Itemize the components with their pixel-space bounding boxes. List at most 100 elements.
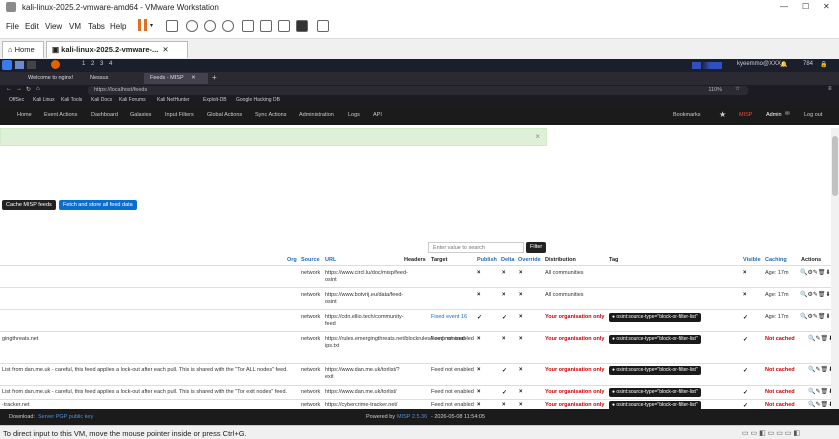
pause-icon[interactable] (138, 19, 141, 31)
nav-misp-brand[interactable]: MISP (739, 112, 752, 118)
snapshot-manager-icon[interactable] (222, 20, 234, 32)
device-icons[interactable]: ▭ ▭ ◧ ▭ ▭ ▭ ◧ (742, 429, 800, 437)
search-input[interactable] (428, 242, 524, 253)
maximize-icon[interactable]: ☐ (802, 2, 809, 11)
bookmark-kali-linux[interactable]: Kali Linux (33, 97, 55, 103)
mail-icon[interactable]: ✉ (785, 111, 790, 117)
nav-admin[interactable]: Admin (766, 112, 782, 118)
scrollbar-thumb[interactable] (832, 136, 838, 196)
menu-view[interactable]: View (45, 22, 62, 31)
menu-edit[interactable]: Edit (25, 22, 39, 31)
row-actions[interactable]: 🔍⚙✎🗑⬇ (800, 269, 831, 276)
bookmark-kali-nethunter[interactable]: Kali NetHunter (157, 97, 190, 103)
col-delta[interactable]: Delta (501, 257, 514, 263)
back-icon[interactable]: ← (6, 86, 12, 92)
star-icon[interactable]: ★ (719, 110, 726, 119)
console-view-icon[interactable] (296, 20, 308, 32)
zoom-level[interactable]: 110% (708, 87, 722, 93)
row-url[interactable]: https://www.dan.me.uk/torlist/?exit (325, 367, 403, 381)
tab-close-icon[interactable]: ✕ (191, 75, 196, 81)
tab-close-icon[interactable]: ✕ (162, 45, 168, 54)
bookmark-google-hacking-db[interactable]: Google Hacking DB (236, 97, 280, 103)
row-tag[interactable]: ● osint:source-type="block-or-filter-lis… (609, 335, 701, 344)
send-ctrl-alt-del-icon[interactable] (166, 20, 178, 32)
nav-bookmarks[interactable]: Bookmarks (673, 112, 701, 118)
row-url[interactable]: https://www.dan.me.uk/torlist/ (325, 389, 397, 396)
footer-pgp-link[interactable]: Server PGP public key (38, 414, 93, 420)
firefox-icon[interactable] (51, 60, 60, 69)
row-tag[interactable]: ● osint:source-type="block-or-filter-lis… (609, 388, 701, 397)
nav-global-actions[interactable]: Global Actions (207, 112, 242, 118)
row-url[interactable]: https://www.botvrij.eu/data/feed-osint (325, 292, 403, 306)
workspace-1[interactable]: 1 (82, 61, 85, 67)
library-icon[interactable] (242, 20, 254, 32)
vm-tab-kali[interactable]: ▣ kali-linux-2025.2-vmware-... ✕ (46, 41, 188, 58)
revert-snapshot-icon[interactable] (204, 20, 216, 32)
menu-file[interactable]: File (6, 22, 19, 31)
lock-icon[interactable]: 🔒 (820, 61, 827, 68)
row-actions[interactable]: 🔍✎🗑⬇ (808, 401, 833, 408)
workspace-2[interactable]: 2 (91, 61, 94, 67)
nav-event-actions[interactable]: Event Actions (44, 112, 77, 118)
address-bar[interactable]: https://localhost/feeds 110% ☆ (88, 86, 748, 95)
nav-input-filters[interactable]: Input Filters (165, 112, 194, 118)
row-actions[interactable]: 🔍✎🗑⬇ (808, 366, 833, 373)
row-url[interactable]: https://cybercrime-tracker.net/ (325, 402, 397, 409)
nav-logs[interactable]: Logs (348, 112, 360, 118)
col-source[interactable]: Source (301, 257, 320, 263)
bookmark-kali-tools[interactable]: Kali Tools (61, 97, 82, 103)
close-icon[interactable]: ✕ (823, 2, 830, 11)
browser-tab-misp[interactable]: Feeds - MISP ✕ (144, 73, 208, 84)
filter-button[interactable]: Filter (526, 242, 547, 253)
minimize-icon[interactable]: — (780, 2, 788, 11)
row-url[interactable]: https://rules.emergingthreats.net/blockr… (325, 336, 467, 350)
nav-galaxies[interactable]: Galaxies (130, 112, 151, 118)
bookmark-kali-forums[interactable]: Kali Forums (119, 97, 146, 103)
row-tag[interactable]: ● osint:source-type="block-or-filter-lis… (609, 313, 701, 322)
col-visible[interactable]: Visible (743, 257, 761, 263)
home-icon[interactable]: ⌂ (36, 86, 40, 92)
nav-api[interactable]: API (373, 112, 382, 118)
row-actions[interactable]: 🔍✎🗑⬇ (808, 388, 833, 395)
col-override[interactable]: Override (518, 257, 541, 263)
notification-icon[interactable]: 🔔 (780, 61, 787, 68)
vertical-scrollbar[interactable] (831, 128, 839, 409)
bookmark-star-icon[interactable]: ☆ (735, 86, 740, 92)
col-url[interactable]: URL (325, 257, 336, 263)
snapshot-icon[interactable] (186, 20, 198, 32)
nav-dashboard[interactable]: Dashboard (91, 112, 118, 118)
row-actions[interactable]: 🔍⚙✎🗑⬇ (800, 291, 831, 298)
row-actions[interactable]: 🔍⚙✎🗑⬇ (800, 313, 831, 320)
bookmark-offsec[interactable]: OffSec (9, 97, 24, 103)
new-tab-icon[interactable]: + (212, 73, 217, 82)
workspace-3[interactable]: 3 (100, 61, 103, 67)
fullscreen-icon[interactable] (278, 20, 290, 32)
row-target[interactable]: Fixed event 16 (431, 314, 467, 321)
col-publish[interactable]: Publish (477, 257, 497, 263)
bookmark-exploit-db[interactable]: Exploit-DB (203, 97, 227, 103)
stretch-guest-icon[interactable] (317, 20, 329, 32)
forward-icon[interactable]: → (16, 86, 22, 92)
fetch-all-feeds-button[interactable]: Fetch and store all feed data (59, 200, 137, 210)
nav-home[interactable]: Home (17, 112, 32, 118)
row-url[interactable]: https://www.circl.lu/doc/misp/feed-osint (325, 270, 408, 284)
footer-version-link[interactable]: MISP 2.5.36 (397, 414, 427, 420)
bookmark-kali-docs[interactable]: Kali Docs (91, 97, 112, 103)
kali-menu-icon[interactable] (2, 60, 12, 70)
col-caching[interactable]: Caching (765, 257, 787, 263)
file-manager-icon[interactable] (15, 61, 24, 69)
menu-help[interactable]: Help (110, 22, 126, 31)
menu-tabs[interactable]: Tabs (88, 22, 105, 31)
alert-close-icon[interactable]: × (535, 132, 540, 141)
menu-hamburger-icon[interactable]: ≡ (828, 86, 832, 92)
cache-misp-feeds-button[interactable]: Cache MISP feeds (2, 200, 56, 210)
row-tag[interactable]: ● osint:source-type="block-or-filter-lis… (609, 366, 701, 375)
menu-vm[interactable]: VM (69, 22, 81, 31)
browser-tab-nessus[interactable]: Nessus (84, 73, 144, 84)
workspace-4[interactable]: 4 (109, 61, 112, 67)
thumbnail-bar-icon[interactable] (260, 20, 272, 32)
row-actions[interactable]: 🔍✎🗑⬇ (808, 335, 833, 342)
terminal-icon[interactable] (27, 61, 36, 69)
row-url[interactable]: https://cdn.ellio.tech/community-feed (325, 314, 404, 328)
dropdown-chevron-icon[interactable]: ▾ (150, 22, 153, 29)
